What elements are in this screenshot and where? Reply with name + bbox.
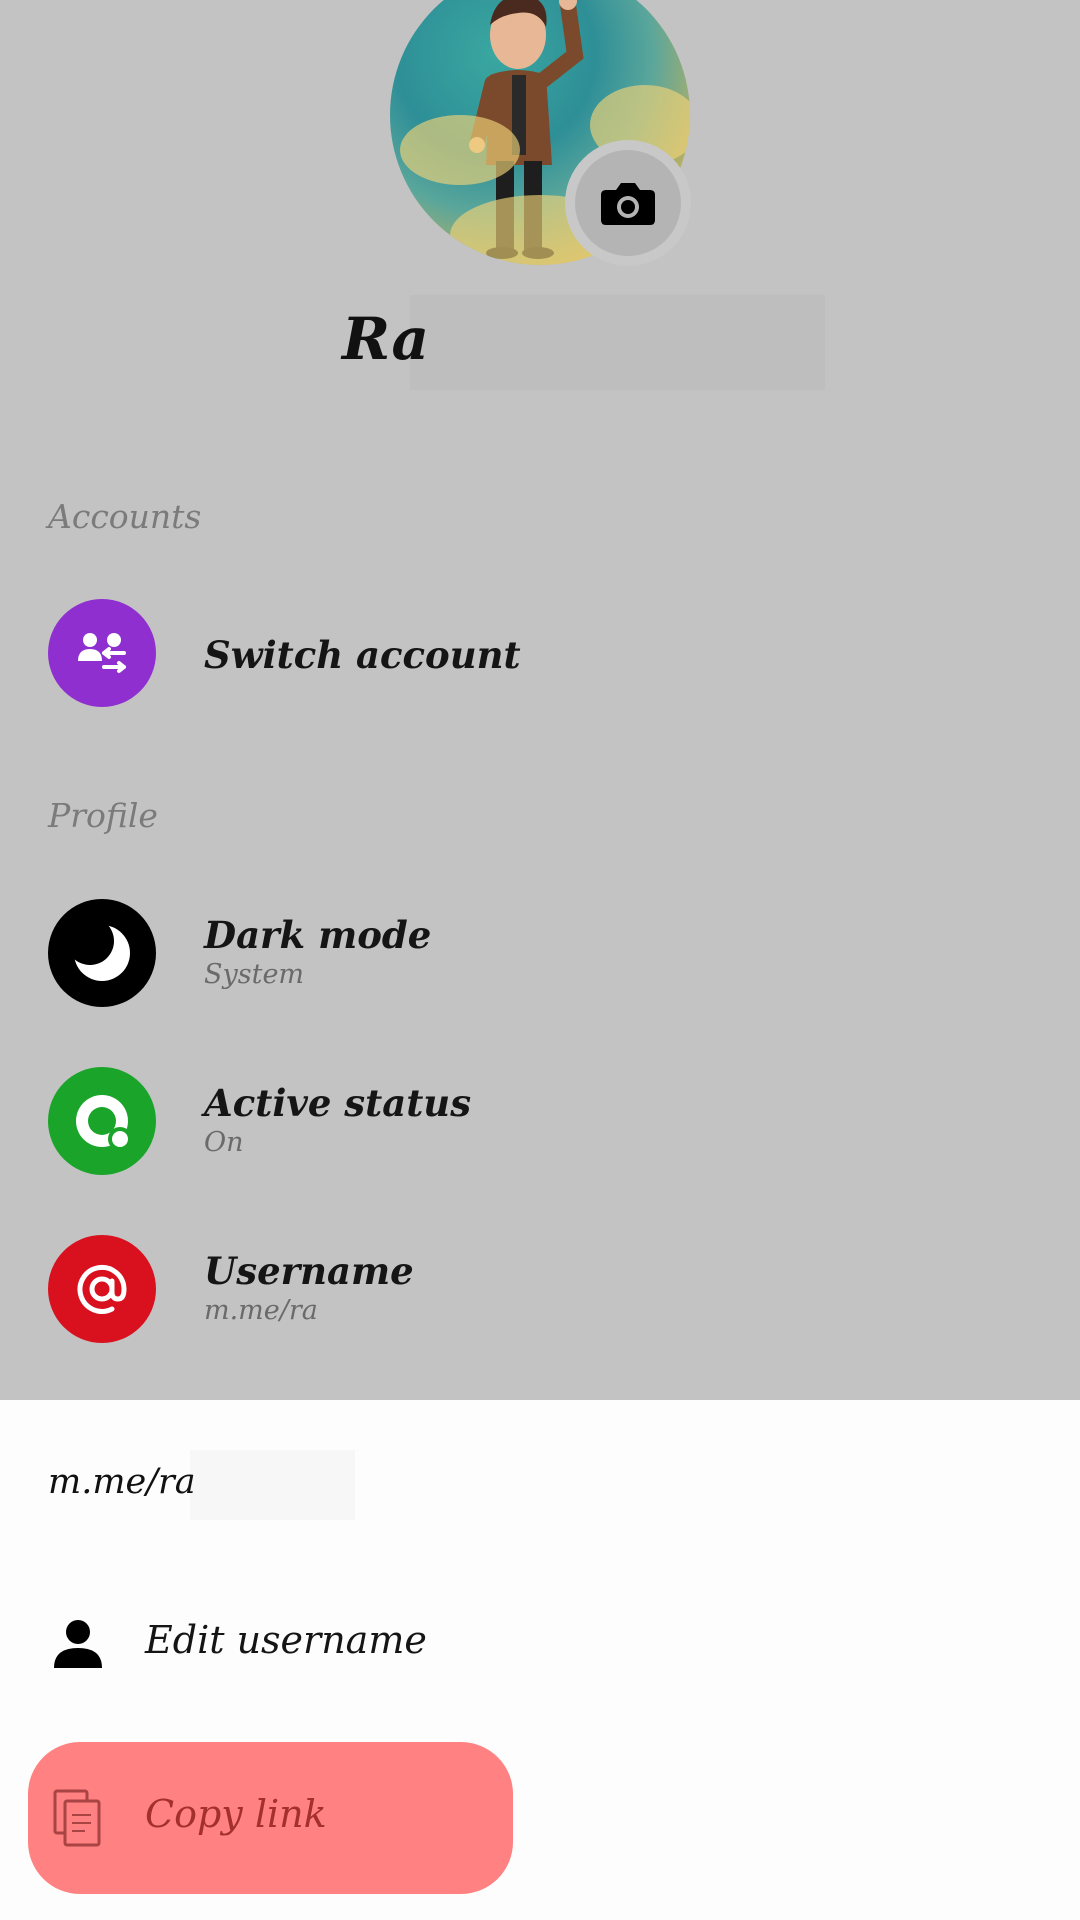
edit-username-button[interactable]: Edit username: [28, 1568, 513, 1720]
profile-screen: Ra Accounts Switch account Profile Dark …: [0, 0, 1080, 1400]
dark-mode-label: Dark mode: [204, 913, 432, 957]
active-status-icon: [48, 1067, 156, 1175]
username-value: m.me/ra: [204, 1295, 318, 1326]
active-status-value: On: [204, 1127, 244, 1158]
switch-account-icon: [48, 599, 156, 707]
section-profile-label: Profile: [48, 796, 158, 835]
profile-avatar-wrap: [390, 0, 691, 266]
profile-name: Ra: [342, 305, 430, 373]
section-accounts-label: Accounts: [48, 497, 202, 536]
copy-link-button[interactable]: Copy link: [28, 1742, 513, 1894]
username-bottom-sheet: m.me/ra Edit username Copy link: [0, 1400, 1080, 1920]
switch-account-label: Switch account: [204, 633, 521, 677]
edit-username-label: Edit username: [145, 1618, 427, 1662]
dark-mode-row[interactable]: Dark mode System: [48, 899, 1028, 1009]
dark-mode-icon: [48, 899, 156, 1007]
copy-link-label: Copy link: [145, 1792, 327, 1836]
dark-mode-value: System: [204, 959, 305, 990]
username-icon: [48, 1235, 156, 1343]
copy-icon: [48, 1788, 108, 1848]
username-link: m.me/ra: [48, 1462, 196, 1502]
active-status-label: Active status: [204, 1081, 472, 1125]
change-photo-button[interactable]: [565, 140, 691, 266]
username-row[interactable]: Username m.me/ra: [48, 1235, 1028, 1345]
username-label: Username: [204, 1249, 414, 1293]
link-redaction: [190, 1450, 355, 1520]
active-status-row[interactable]: Active status On: [48, 1067, 1028, 1177]
switch-account-row[interactable]: Switch account: [48, 599, 1028, 709]
camera-icon: [601, 183, 655, 225]
person-icon: [48, 1614, 108, 1674]
name-redaction: [410, 295, 825, 390]
